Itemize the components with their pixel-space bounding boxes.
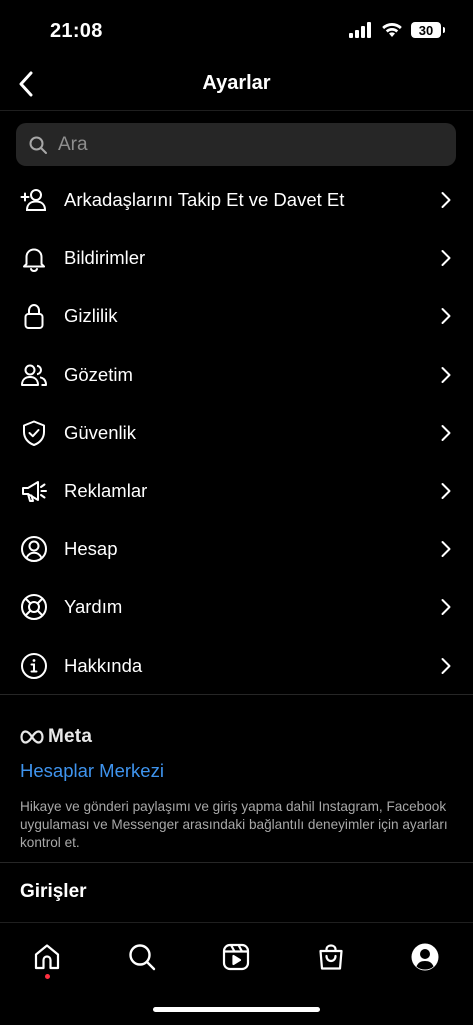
accounts-center-link[interactable]: Hesaplar Merkezi bbox=[20, 760, 164, 782]
wifi-icon bbox=[382, 22, 402, 37]
menu-item-ads[interactable]: Reklamlar bbox=[0, 462, 473, 520]
logins-section-title: Girişler bbox=[20, 881, 87, 902]
menu-item-about[interactable]: Hakkında bbox=[0, 637, 473, 695]
megaphone-icon bbox=[20, 477, 48, 505]
user-circle-icon bbox=[20, 535, 48, 563]
chevron-right-icon bbox=[441, 483, 451, 500]
chevron-right-icon bbox=[441, 366, 451, 383]
lock-icon bbox=[20, 302, 48, 330]
menu-item-help[interactable]: Yardım bbox=[0, 578, 473, 636]
chevron-right-icon bbox=[441, 599, 451, 616]
menu-item-security[interactable]: Güvenlik bbox=[0, 404, 473, 462]
menu-item-label: Hakkında bbox=[64, 654, 143, 676]
page-title: Ayarlar bbox=[202, 72, 271, 94]
accounts-center-description: Hikaye ve gönderi paylaşımı ve giriş yap… bbox=[20, 799, 448, 850]
menu-item-label: Yardım bbox=[64, 596, 123, 618]
menu-item-label: Hesap bbox=[64, 538, 118, 560]
shield-check-icon bbox=[20, 419, 48, 447]
divider bbox=[0, 862, 473, 863]
reels-icon bbox=[222, 943, 250, 971]
settings-menu: Arkadaşlarını Takip Et ve Davet Et Bildi… bbox=[0, 171, 473, 695]
menu-item-follow-invite[interactable]: Arkadaşlarını Takip Et ve Davet Et bbox=[0, 171, 473, 229]
info-icon bbox=[20, 652, 48, 680]
menu-item-label: Arkadaşlarını Takip Et ve Davet Et bbox=[64, 189, 345, 211]
menu-item-notifications[interactable]: Bildirimler bbox=[0, 229, 473, 287]
menu-item-label: Gözetim bbox=[64, 363, 133, 385]
meta-logo: Meta bbox=[20, 726, 92, 748]
profile-icon bbox=[411, 943, 439, 971]
status-icons: 30 bbox=[349, 22, 445, 38]
menu-item-label: Güvenlik bbox=[64, 421, 136, 443]
chevron-right-icon bbox=[441, 308, 451, 325]
shop-icon bbox=[319, 944, 343, 970]
meta-logo-text: Meta bbox=[48, 726, 93, 747]
search-icon bbox=[129, 944, 156, 971]
status-bar: 21:08 30 bbox=[0, 0, 473, 60]
status-time: 21:08 bbox=[50, 20, 103, 42]
menu-item-account[interactable]: Hesap bbox=[0, 520, 473, 578]
chevron-right-icon bbox=[441, 657, 451, 674]
battery-icon: 30 bbox=[411, 22, 445, 38]
chevron-right-icon bbox=[441, 424, 451, 441]
meta-infinity-icon bbox=[20, 730, 44, 744]
menu-item-supervision[interactable]: Gözetim bbox=[0, 346, 473, 404]
chevron-right-icon bbox=[441, 192, 451, 209]
menu-item-label: Reklamlar bbox=[64, 480, 148, 502]
cellular-signal-icon bbox=[349, 22, 371, 38]
search-input[interactable] bbox=[56, 132, 420, 157]
home-icon bbox=[34, 944, 60, 970]
tab-shop[interactable] bbox=[311, 937, 351, 977]
menu-item-privacy[interactable]: Gizlilik bbox=[0, 287, 473, 345]
notification-dot bbox=[45, 974, 50, 979]
tab-home[interactable] bbox=[27, 937, 67, 977]
menu-item-label: Bildirimler bbox=[64, 247, 146, 269]
divider bbox=[0, 694, 473, 695]
tab-search[interactable] bbox=[122, 937, 162, 977]
lifebuoy-icon bbox=[20, 593, 48, 621]
tab-profile[interactable] bbox=[405, 937, 445, 977]
chevron-right-icon bbox=[441, 541, 451, 558]
menu-item-label: Gizlilik bbox=[64, 305, 118, 327]
tab-reels[interactable] bbox=[216, 937, 256, 977]
header: Ayarlar bbox=[0, 58, 473, 111]
search-icon bbox=[28, 135, 48, 155]
home-indicator bbox=[153, 1007, 320, 1012]
add-person-icon bbox=[20, 186, 48, 214]
chevron-right-icon bbox=[441, 250, 451, 267]
search-bar[interactable] bbox=[16, 123, 456, 166]
bell-icon bbox=[20, 244, 48, 273]
people-icon bbox=[20, 361, 48, 389]
